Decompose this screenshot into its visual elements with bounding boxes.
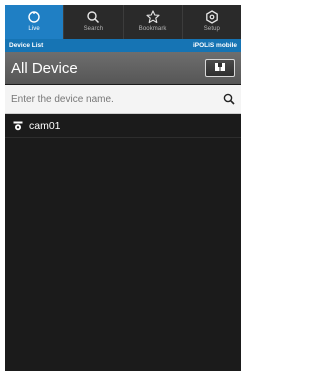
tab-bookmark[interactable]: Bookmark	[122, 5, 182, 39]
list-item[interactable]: cam01	[5, 115, 241, 138]
tab-search[interactable]: Search	[63, 5, 122, 39]
tab-live[interactable]: Live	[5, 5, 64, 39]
page-title: All Device	[11, 59, 78, 77]
device-list: cam01	[5, 115, 241, 138]
tab-search-label: Search	[83, 26, 104, 32]
search-icon	[86, 9, 101, 24]
tab-bookmark-label: Bookmark	[138, 26, 167, 32]
tab-setup-label: Setup	[203, 26, 220, 32]
search-icon[interactable]	[223, 93, 235, 105]
device-search-input[interactable]	[11, 93, 223, 105]
bookmark-list-button[interactable]	[205, 59, 235, 77]
star-icon	[145, 9, 160, 24]
search-bar	[5, 85, 241, 114]
device-list-label: Device List	[9, 42, 44, 49]
camera-icon	[13, 121, 23, 131]
device-name: cam01	[29, 120, 61, 132]
brand-label: iPOLiS mobile	[192, 42, 237, 49]
live-icon	[27, 9, 42, 24]
tab-setup[interactable]: Setup	[181, 5, 241, 39]
device-list-bar: Device List iPOLiS mobile	[5, 39, 241, 52]
tab-bar: Live Search Bookmark Setup	[5, 5, 241, 39]
tab-live-label: Live	[28, 26, 40, 32]
gear-icon	[204, 9, 219, 24]
book-icon	[214, 59, 226, 77]
app-window: Live Search Bookmark Setup Device List i…	[5, 5, 241, 371]
page-header: All Device	[5, 52, 241, 84]
